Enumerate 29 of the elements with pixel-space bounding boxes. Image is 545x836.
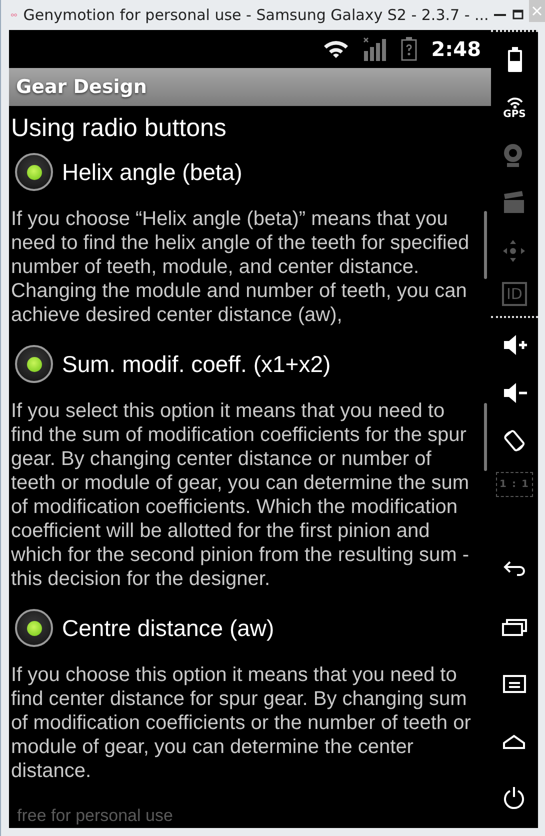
radio-button[interactable] xyxy=(15,609,53,647)
radio-option[interactable]: Centre distance (aw) xyxy=(9,601,491,655)
option-description: If you choose this option it means that you need to find center distance for spur gear. By changing sum of modification coefficients or the number of teeth or module of gear, you can determine the center distance. xyxy=(11,663,472,783)
scroll-indicator xyxy=(484,211,487,279)
maximize-icon xyxy=(512,9,524,21)
radio-option[interactable]: Helix angle (beta) xyxy=(9,145,491,199)
signal-icon xyxy=(363,37,388,61)
rotate-icon xyxy=(502,428,528,454)
close-icon xyxy=(530,5,543,17)
dpad-icon xyxy=(502,238,528,264)
radio-button[interactable] xyxy=(15,345,53,383)
option-description: If you select this option it means that you need to find the sum of modification coefficients for the spur gear. By changing center distance or number of teeth or module of gear, you can determine the sum of modification coefficients. Which the modification coefficient will be allotted for the first pinion and which for the second pinion from the resulting sum - this decision for the designer. xyxy=(11,399,470,591)
option-label: Helix angle (beta) xyxy=(62,158,242,186)
radio-button[interactable] xyxy=(15,153,53,191)
option-description: If you choose “Helix angle (beta)” means that you need to find the helix angle of the teeth for specified number of teeth, module, and center distance. Changing the module and number of teeth, you can achieve desired center distance (aw), xyxy=(11,207,470,327)
window-title: Genymotion for personal use - Samsung Galaxy S2 - 2.3.7 - ... xyxy=(23,6,489,24)
battery-unknown-icon xyxy=(401,37,418,61)
scroll-indicator xyxy=(484,403,487,471)
option-label: Centre distance (aw) xyxy=(62,614,274,642)
radio-option[interactable]: Sum. modif. coeff. (x1+x2) xyxy=(9,337,491,391)
option-label: Sum. modif. coeff. (x1+x2) xyxy=(62,350,331,378)
gps-button[interactable]: GPS xyxy=(503,90,526,125)
wifi-icon xyxy=(323,39,350,59)
minimize-icon xyxy=(494,14,506,16)
screen-heading: Using radio buttons xyxy=(11,114,228,143)
clock: 2:48 xyxy=(431,37,481,61)
app-title-bar: Gear Design xyxy=(9,68,491,106)
battery-icon xyxy=(506,46,524,72)
overlay-notice: free for personal use xyxy=(16,806,173,827)
